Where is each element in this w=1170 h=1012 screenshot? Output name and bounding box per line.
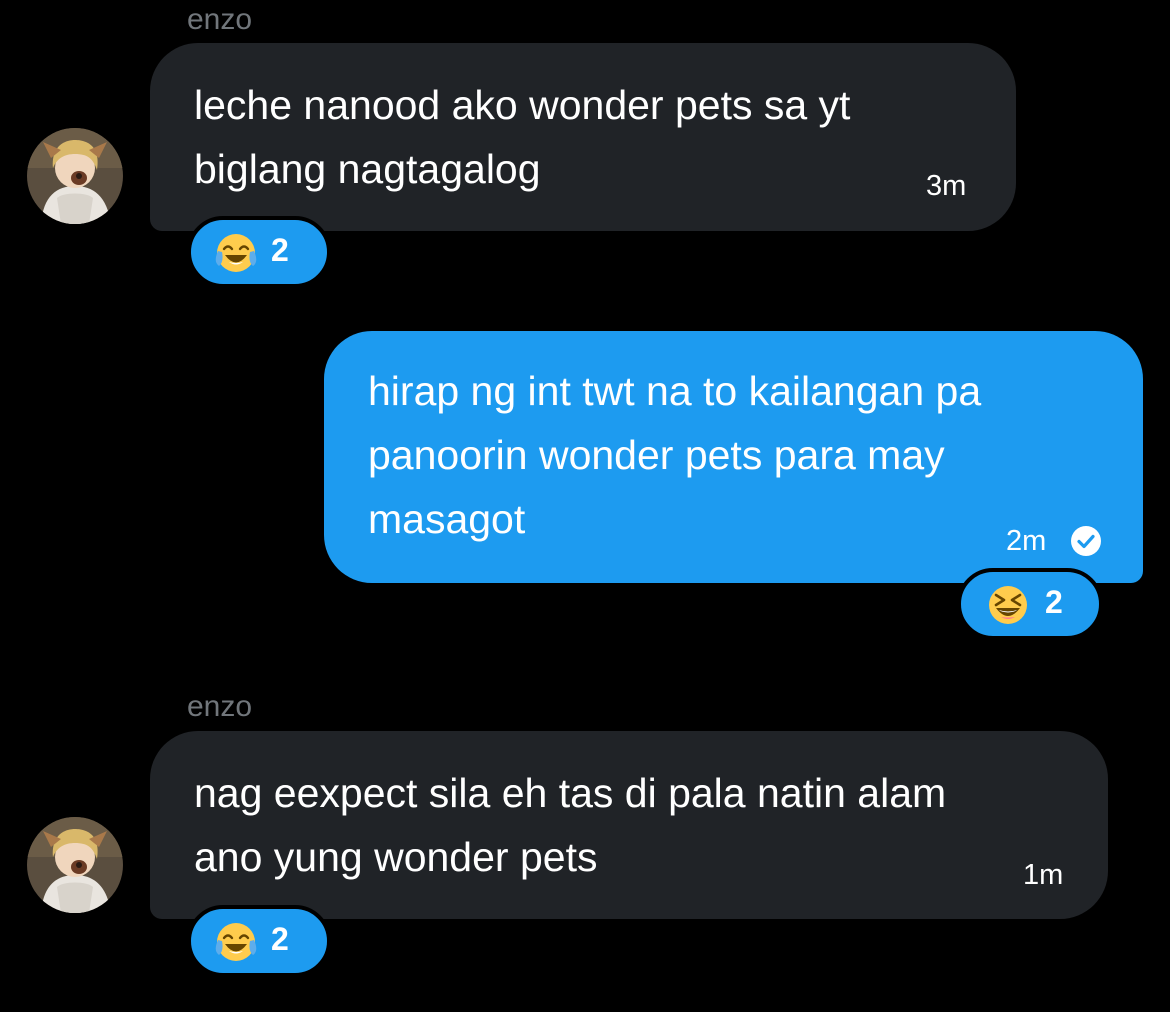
user-avatar-icon[interactable] bbox=[27, 817, 123, 913]
reaction-count: 2 bbox=[1045, 584, 1063, 620]
message-text-line: ano yung wonder pets bbox=[194, 834, 598, 880]
message-timestamp: 1m bbox=[1023, 859, 1064, 891]
message-bubble[interactable]: leche nanood ako wonder pets sa yt bigla… bbox=[150, 43, 1016, 231]
laughing-squinting-emoji-icon bbox=[989, 586, 1027, 624]
tears-of-joy-emoji-icon bbox=[215, 923, 257, 961]
message-text-line: masagot bbox=[368, 496, 526, 542]
message-timestamp: 2m bbox=[1006, 525, 1047, 557]
seen-check-icon bbox=[1071, 526, 1101, 556]
reaction-pill[interactable]: 2 bbox=[957, 568, 1103, 640]
message-text-line: panoorin wonder pets para may bbox=[368, 432, 945, 478]
sender-name: enzo bbox=[187, 690, 253, 723]
message-text-line: leche nanood ako wonder pets sa yt bbox=[194, 82, 851, 128]
message-text-line: nag eexpect sila eh tas di pala natin al… bbox=[194, 770, 947, 816]
tears-of-joy-emoji-icon bbox=[215, 234, 257, 272]
reaction-pill[interactable]: 2 bbox=[187, 216, 331, 288]
reaction-count: 2 bbox=[271, 921, 289, 957]
message-text-line: hirap ng int twt na to kailangan pa bbox=[368, 368, 982, 414]
user-avatar-icon[interactable] bbox=[27, 128, 123, 224]
reaction-pill[interactable]: 2 bbox=[187, 905, 331, 977]
message-bubble[interactable]: nag eexpect sila eh tas di pala natin al… bbox=[150, 731, 1108, 919]
reaction-count: 2 bbox=[271, 232, 289, 268]
message-text-line: biglang nagtagalog bbox=[194, 146, 541, 192]
message-bubble[interactable]: hirap ng int twt na to kailangan pa pano… bbox=[324, 331, 1143, 583]
sender-name: enzo bbox=[187, 3, 253, 36]
message-timestamp: 3m bbox=[926, 170, 967, 202]
